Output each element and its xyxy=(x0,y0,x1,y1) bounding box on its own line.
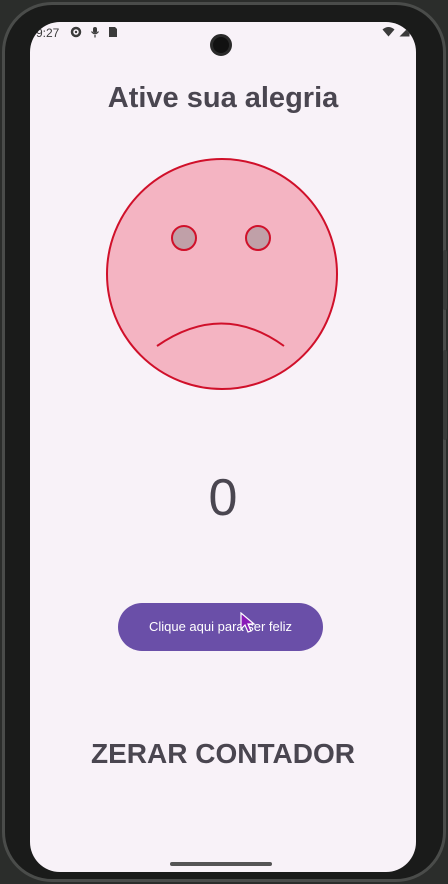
be-happy-button[interactable]: Clique aqui para ser feliz xyxy=(118,603,323,651)
status-left-icons xyxy=(70,26,118,41)
sad-face-icon xyxy=(104,156,340,397)
sim-card-icon xyxy=(108,26,118,41)
home-indicator[interactable] xyxy=(170,862,272,866)
counter-value: 0 xyxy=(208,469,238,527)
volume-button xyxy=(443,350,447,440)
status-right-icons xyxy=(382,26,410,40)
power-button xyxy=(443,250,447,310)
gear-icon xyxy=(70,26,82,41)
mouse-cursor-icon xyxy=(240,611,256,639)
front-camera xyxy=(210,34,232,56)
phone-screen: 9:27 Ative sua alegria 0 Clique aqui par… xyxy=(30,22,416,872)
reset-counter-button[interactable]: ZERAR CONTADOR xyxy=(30,738,416,770)
status-time: 9:27 xyxy=(36,26,60,40)
page-title: Ative sua alegria xyxy=(107,82,339,114)
wifi-icon xyxy=(382,26,395,40)
mic-icon xyxy=(90,26,100,41)
signal-icon xyxy=(399,26,410,40)
